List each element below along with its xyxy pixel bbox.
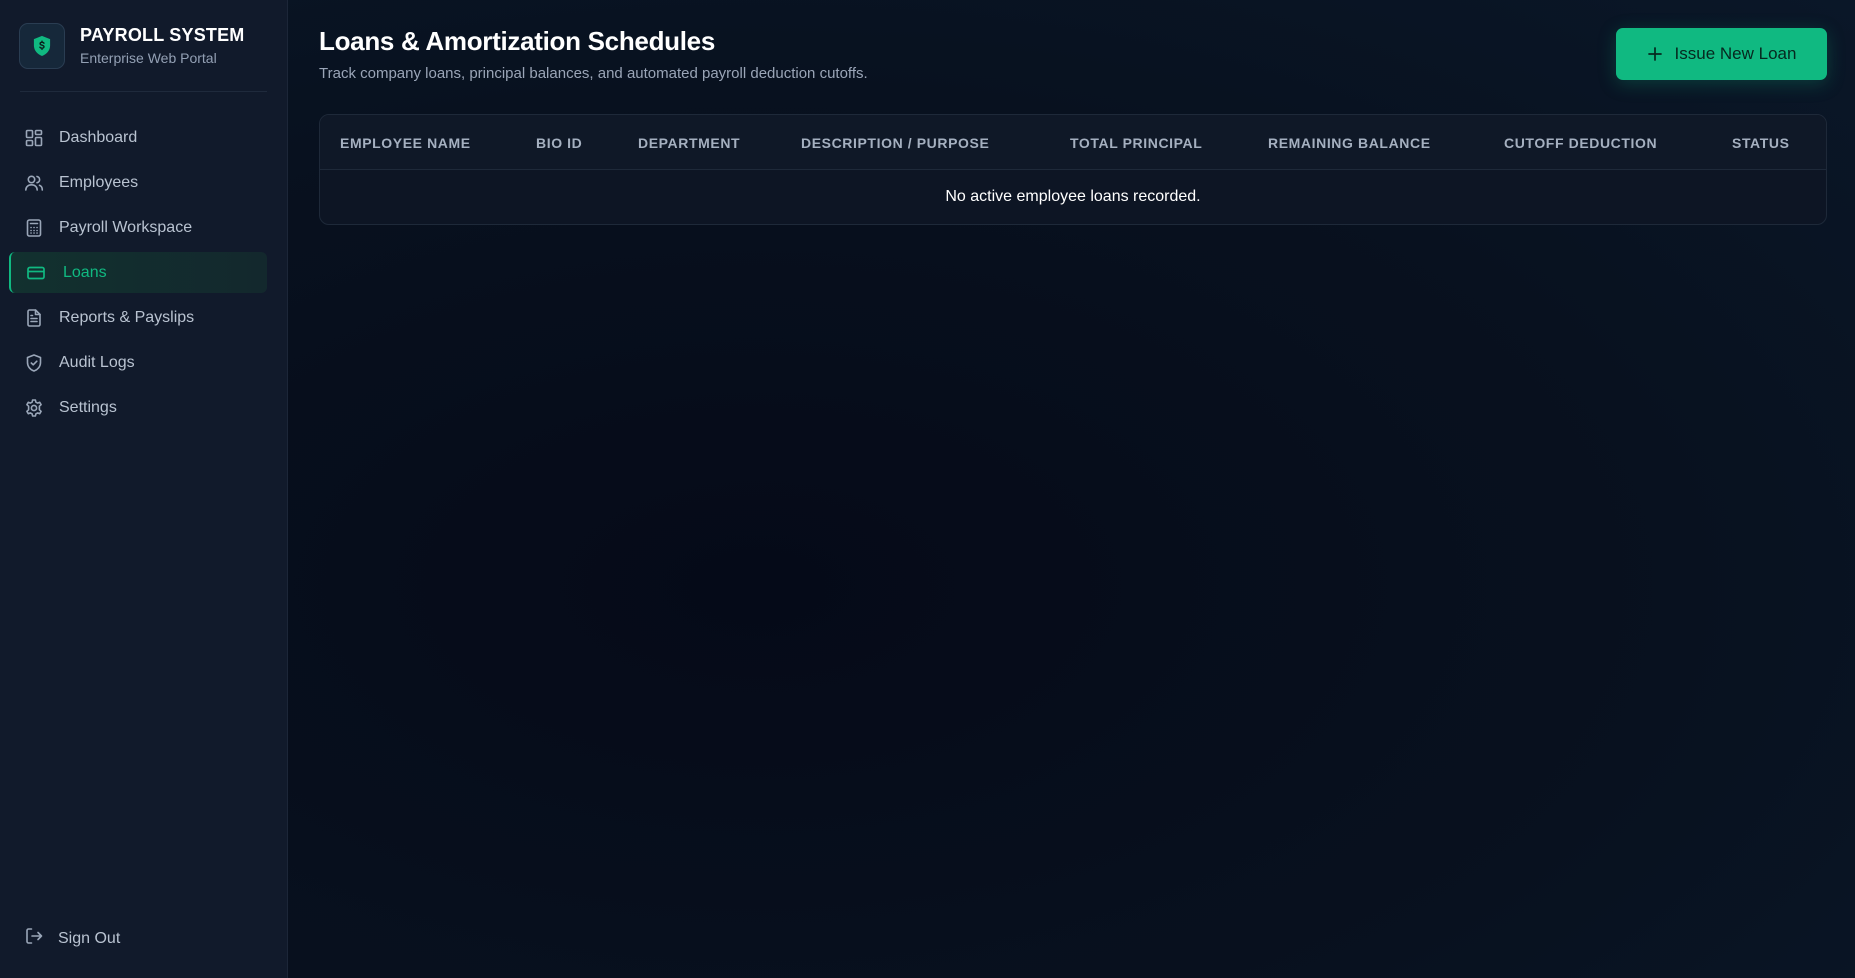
table-empty-state: No active employee loans recorded.	[945, 188, 1201, 205]
column-header-description[interactable]: DESCRIPTION / PURPOSE	[801, 135, 989, 151]
page-subtitle: Track company loans, principal balances,…	[319, 65, 868, 82]
sidebar-item-dashboard[interactable]: Dashboard	[9, 117, 267, 158]
sidebar-item-payroll-workspace[interactable]: Payroll Workspace	[9, 207, 267, 248]
sidebar-item-settings[interactable]: Settings	[9, 387, 267, 428]
file-text-icon	[24, 308, 44, 328]
sidebar-item-label: Payroll Workspace	[59, 218, 193, 236]
sign-out-button[interactable]: Sign Out	[24, 926, 120, 951]
sidebar-item-employees[interactable]: Employees	[9, 162, 267, 203]
shield-check-icon	[24, 353, 44, 373]
brand-header: PAYROLL SYSTEM Enterprise Web Portal	[19, 0, 267, 92]
table-header: EMPLOYEE NAME BIO ID DEPARTMENT DESCRIPT…	[320, 115, 1826, 170]
issue-new-loan-label: Issue New Loan	[1674, 44, 1797, 63]
column-header-department[interactable]: DEPARTMENT	[638, 135, 740, 151]
page-title: Loans & Amortization Schedules	[319, 26, 715, 56]
sign-out-label: Sign Out	[58, 929, 121, 947]
sidebar-item-label: Reports & Payslips	[59, 308, 195, 326]
sidebar-nav: Dashboard Employees Payroll Workspace Lo…	[0, 117, 287, 428]
column-header-bio-id[interactable]: BIO ID	[536, 135, 582, 151]
users-icon	[24, 173, 44, 193]
sidebar-item-label: Audit Logs	[59, 353, 135, 371]
column-header-status[interactable]: STATUS	[1732, 135, 1790, 151]
sidebar-item-label: Dashboard	[59, 128, 138, 146]
gear-icon	[24, 398, 44, 418]
sidebar-item-label: Loans	[63, 263, 107, 281]
column-header-remaining-balance[interactable]: REMAINING BALANCE	[1268, 135, 1431, 151]
app-root: PAYROLL SYSTEM Enterprise Web Portal Das…	[0, 0, 1855, 978]
column-header-employee-name[interactable]: EMPLOYEE NAME	[340, 135, 471, 151]
sidebar-item-loans[interactable]: Loans	[9, 252, 267, 293]
calculator-icon	[24, 218, 44, 238]
sidebar-item-label: Employees	[59, 173, 139, 191]
main-content: Loans & Amortization Schedules Track com…	[288, 0, 1855, 978]
loans-table: EMPLOYEE NAME BIO ID DEPARTMENT DESCRIPT…	[319, 114, 1827, 225]
grid-icon	[24, 128, 44, 148]
column-header-cutoff-deduction[interactable]: CUTOFF DEDUCTION	[1504, 135, 1657, 151]
credit-card-icon	[26, 263, 46, 283]
sidebar-item-label: Settings	[59, 398, 117, 416]
sidebar-item-audit-logs[interactable]: Audit Logs	[9, 342, 267, 383]
brand-title: PAYROLL SYSTEM	[80, 25, 245, 45]
sidebar: PAYROLL SYSTEM Enterprise Web Portal Das…	[0, 0, 288, 978]
issue-new-loan-button[interactable]: Issue New Loan	[1616, 28, 1827, 80]
plus-icon	[1647, 46, 1663, 62]
logout-icon	[24, 926, 44, 951]
shield-dollar-icon	[19, 22, 65, 69]
column-header-total-principal[interactable]: TOTAL PRINCIPAL	[1070, 135, 1202, 151]
sidebar-item-reports-payslips[interactable]: Reports & Payslips	[9, 297, 267, 338]
brand-subtitle: Enterprise Web Portal	[80, 50, 217, 66]
